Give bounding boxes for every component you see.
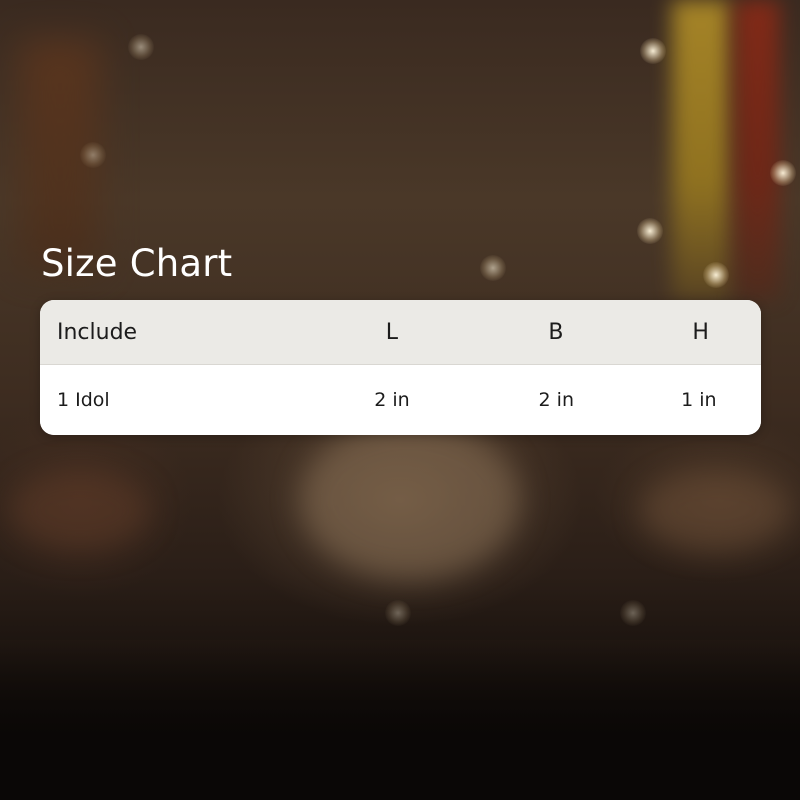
background-diya-right <box>640 470 790 550</box>
background-light <box>385 600 411 626</box>
size-chart-title: Size Chart <box>41 242 233 285</box>
background-light <box>128 34 154 60</box>
background-table-edge <box>0 640 800 800</box>
table-row: 1 Idol 2 in 2 in 1 in <box>40 365 761 435</box>
background-light <box>770 160 796 186</box>
size-chart-table: Include L B H 1 Idol 2 in 2 in 1 in <box>40 300 761 435</box>
background-light <box>620 600 646 626</box>
background-light <box>80 142 106 168</box>
product-size-chart-card: Size Chart Include L B H 1 Idol 2 in 2 i… <box>0 0 800 800</box>
background-light <box>480 255 506 281</box>
background-light <box>703 262 729 288</box>
background-garland-red <box>735 0 780 300</box>
background-light <box>637 218 663 244</box>
header-height: H <box>692 319 709 345</box>
cell-breadth: 2 in <box>538 389 574 411</box>
cell-include: 1 Idol <box>57 389 110 411</box>
header-include: Include <box>57 319 138 345</box>
header-breadth: B <box>548 319 564 345</box>
background-light <box>640 38 666 64</box>
background-diya-left <box>10 470 150 550</box>
cell-height: 1 in <box>681 389 717 411</box>
background-lamp-center <box>300 420 520 580</box>
background-garland-yellow <box>672 0 730 300</box>
table-header-row: Include L B H <box>40 300 761 365</box>
header-length: L <box>385 319 399 345</box>
cell-length: 2 in <box>374 389 410 411</box>
